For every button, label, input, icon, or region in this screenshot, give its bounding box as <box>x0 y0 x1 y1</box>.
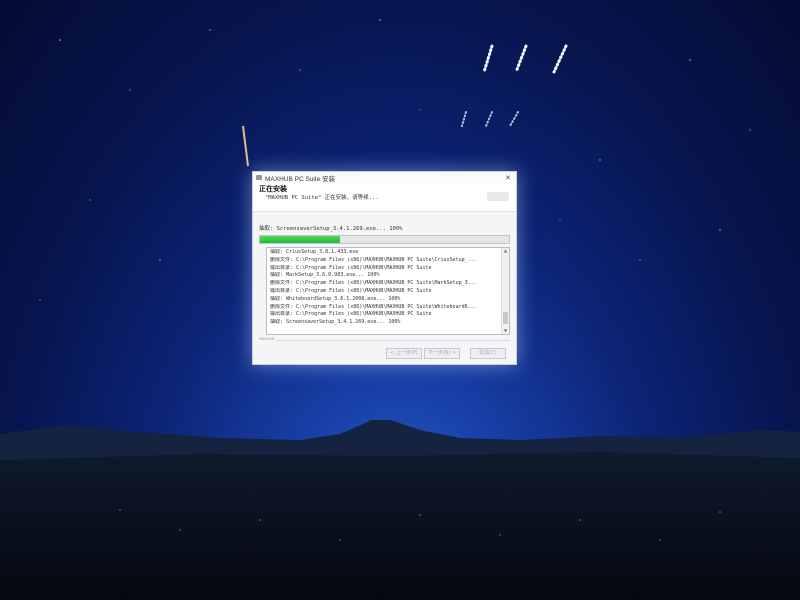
installer-logo <box>487 192 509 201</box>
install-body: 抽取: ScreensaverSetup_3.4.1.269.exe... 10… <box>253 212 516 339</box>
log-line: 删除文件: C:\Program Files (x86)\MAXHUB\MAXH… <box>270 280 477 287</box>
log-line: 输出目录: C:\Program Files (x86)\MAXHUB\MAXH… <box>270 264 432 271</box>
install-header: 正在安装 "MAXHUB PC Suite" 正在安装，请等候... <box>253 183 516 212</box>
current-status: 抽取: ScreensaverSetup_3.4.1.269.exe... 10… <box>259 226 403 232</box>
log-line: 删除文件: C:\Program Files (x86)\MAXHUB\MAXH… <box>270 303 477 310</box>
back-button[interactable]: < 上一步(P) <box>386 348 422 359</box>
scroll-up-icon[interactable]: ▲ <box>502 248 509 254</box>
log-line: 抽取: ScreensaverSetup_3.4.1.269.exe... 10… <box>270 319 401 326</box>
footer: MAXHUB < 上一步(P) 下一步(N) > 取消(C) <box>259 337 510 361</box>
installer-app-icon <box>256 175 262 180</box>
next-button[interactable]: 下一步(N) > <box>424 348 460 359</box>
button-row: < 上一步(P) 下一步(N) > 取消(C) <box>386 348 506 359</box>
header-subtitle: "MAXHUB PC Suite" 正在安装，请等候... <box>265 195 379 201</box>
mountain-silhouette <box>0 420 800 600</box>
window-title: MAXHUB PC Suite 安装 <box>265 175 336 183</box>
close-icon[interactable]: ✕ <box>503 174 513 182</box>
scroll-thumb[interactable] <box>503 312 508 324</box>
log-line: 抽取: CriusSetup_3.8.1.433.exe <box>270 249 359 255</box>
log-lines: 抽取: CriusSetup_3.8.1.433.exe 删除文件: C:\Pro… <box>267 248 509 328</box>
title-bar[interactable]: MAXHUB PC Suite 安装 ✕ <box>253 172 516 183</box>
log-scrollbar[interactable]: ▲ ▼ <box>501 248 509 334</box>
header-title: 正在安装 <box>259 185 287 193</box>
progress-bar <box>259 235 510 244</box>
log-line: 输出目录: C:\Program Files (x86)\MAXHUB\MAXH… <box>270 287 432 294</box>
scroll-down-icon[interactable]: ▼ <box>502 328 509 334</box>
progress-fill <box>260 236 340 243</box>
cancel-button[interactable]: 取消(C) <box>470 348 506 359</box>
log-line: 删除文件: C:\Program Files (x86)\MAXHUB\MAXH… <box>270 256 477 263</box>
log-line: 抽取: MarkSetup_3.6.0.983.exe... 100% <box>270 272 380 279</box>
brand-label: MAXHUB <box>259 337 277 341</box>
log-line: 输出目录: C:\Program Files (x86)\MAXHUB\MAXH… <box>270 311 432 318</box>
details-log[interactable]: 抽取: CriusSetup_3.8.1.433.exe 删除文件: C:\Pro… <box>266 247 510 335</box>
installer-window: MAXHUB PC Suite 安装 ✕ 正在安装 "MAXHUB PC Sui… <box>252 171 517 365</box>
log-line: 抽取: WhiteboardSetup_3.6.1.2008.exe... 10… <box>270 295 401 302</box>
